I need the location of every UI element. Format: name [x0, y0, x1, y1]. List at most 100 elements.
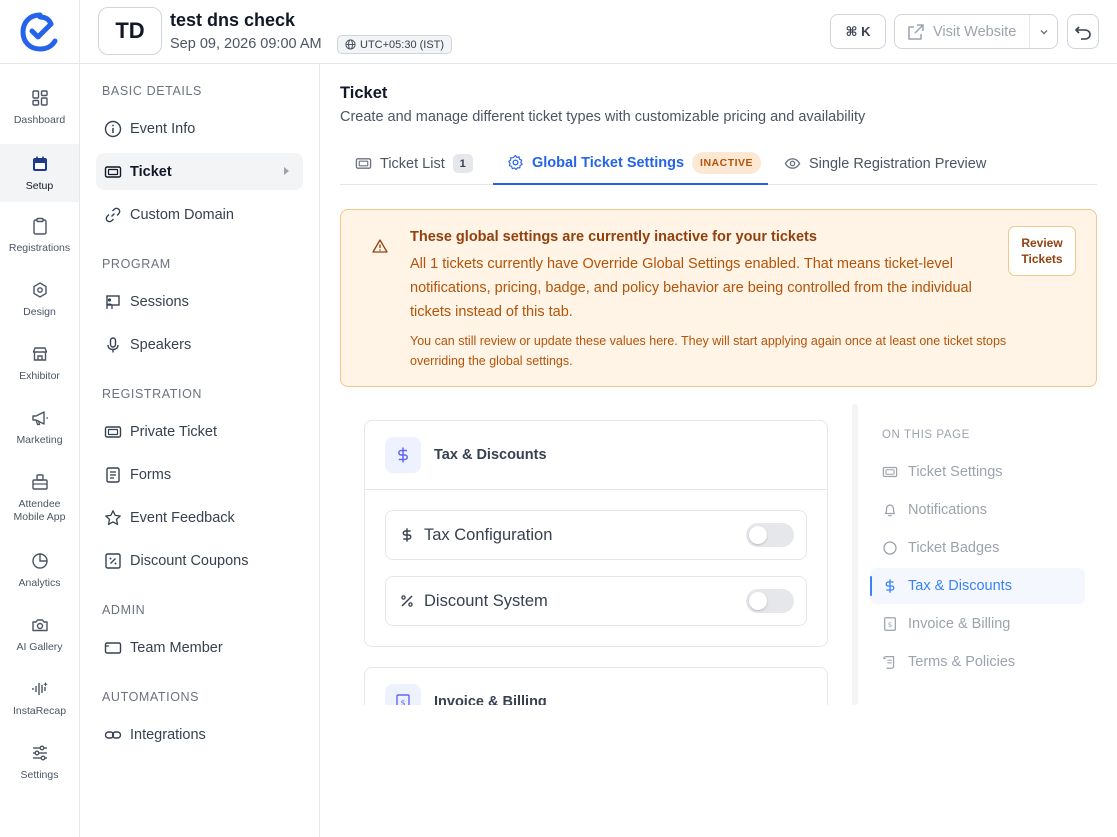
row-label: Tax Configuration: [424, 525, 553, 544]
megaphone-icon: [31, 411, 48, 426]
card-title: Tax & Discounts: [434, 447, 547, 463]
rail-label: Exhibitor: [19, 370, 60, 382]
inactive-warning-alert: These global settings are currently inac…: [340, 209, 1097, 387]
settings-scroll-area[interactable]: Tax & Discounts Tax Configuration Discou…: [340, 400, 850, 705]
event-avatar[interactable]: TD: [98, 7, 162, 55]
visit-website-button[interactable]: Visit Website: [894, 14, 1058, 49]
tax-configuration-toggle[interactable]: [746, 523, 794, 547]
store-icon: [32, 347, 47, 361]
ticket-icon: [104, 425, 122, 438]
invoice-icon: $: [884, 617, 896, 631]
command-palette-button[interactable]: ⌘ K: [830, 14, 886, 49]
toc-item-label: Tax & Discounts: [908, 578, 1012, 594]
nav-item-event-feedback[interactable]: Event Feedback: [96, 499, 303, 536]
discount-system-toggle[interactable]: [746, 589, 794, 613]
eye-icon: [784, 158, 801, 169]
nav-item-speakers[interactable]: Speakers: [96, 326, 303, 363]
info-icon: [104, 120, 122, 137]
id-card-icon: [104, 641, 122, 654]
nav-item-label: Event Info: [130, 120, 196, 137]
tab-count-badge: 1: [452, 154, 473, 173]
rail-item-settings[interactable]: Settings: [0, 733, 79, 789]
nav-item-private-ticket[interactable]: Private Ticket: [96, 413, 303, 450]
brand-logo[interactable]: [20, 12, 60, 52]
icon-rail: Dashboard Setup Registrations Design Exh…: [0, 64, 80, 837]
audio-wave-icon: [31, 682, 48, 695]
alert-title: These global settings are currently inac…: [410, 229, 817, 245]
undo-icon: [1075, 25, 1091, 40]
warning-icon: [372, 238, 388, 259]
toc-item-label: Notifications: [908, 502, 987, 518]
invoice-icon: $: [385, 684, 421, 705]
nav-section-program: PROGRAM: [102, 257, 171, 271]
visit-website-main[interactable]: Visit Website: [895, 15, 1029, 48]
visit-website-dropdown[interactable]: [1029, 15, 1057, 48]
toc-item-notifications[interactable]: Notifications: [870, 492, 1085, 528]
nav-item-custom-domain[interactable]: Custom Domain: [96, 196, 303, 233]
nav-item-label: Team Member: [130, 639, 223, 656]
rail-item-dashboard[interactable]: Dashboard: [0, 78, 79, 134]
palette-icon: [32, 282, 47, 298]
rail-label: AI Gallery: [16, 641, 63, 653]
review-tickets-button[interactable]: Review Tickets: [1008, 226, 1076, 276]
rail-item-marketing[interactable]: Marketing: [0, 398, 79, 454]
toc-scrollbar[interactable]: [852, 404, 858, 705]
toc-item-ticket-badges[interactable]: Ticket Badges: [870, 530, 1085, 566]
nav-item-ticket[interactable]: Ticket: [96, 153, 303, 190]
nav-item-sessions[interactable]: Sessions: [96, 283, 303, 320]
toc-title: ON THIS PAGE: [882, 429, 970, 441]
star-icon: [105, 509, 121, 525]
rail-item-ai-gallery[interactable]: AI Gallery: [0, 605, 79, 661]
review-tickets-label: Review Tickets: [1021, 235, 1062, 267]
nav-item-integrations[interactable]: Integrations: [96, 716, 303, 753]
tax-discounts-card: Tax & Discounts Tax Configuration Discou…: [364, 420, 828, 647]
rail-label: InstaRecap: [12, 705, 67, 717]
page-subtitle: Create and manage different ticket types…: [340, 109, 866, 125]
dollar-icon: [402, 528, 412, 542]
rail-item-setup[interactable]: Setup: [0, 144, 79, 202]
chevron-down-icon: [1040, 29, 1047, 34]
row-label: Discount System: [424, 591, 548, 610]
sliders-icon: [32, 745, 47, 761]
nav-item-team-member[interactable]: Team Member: [96, 629, 303, 666]
circle-icon: [883, 541, 897, 555]
nav-section-admin: ADMIN: [102, 603, 146, 617]
rail-item-design[interactable]: Design: [0, 270, 79, 326]
toc-item-terms-policies[interactable]: Terms & Policies: [870, 644, 1085, 680]
timezone-label: UTC+05:30 (IST): [360, 38, 445, 51]
camera-icon: [31, 619, 48, 632]
nav-item-forms[interactable]: Forms: [96, 456, 303, 493]
rail-item-registrations[interactable]: Registrations: [0, 206, 79, 262]
timezone-badge: UTC+05:30 (IST): [337, 35, 453, 54]
link-icon: [105, 207, 121, 222]
presentation-icon: [106, 294, 120, 309]
rail-item-instarecap[interactable]: InstaRecap: [0, 669, 79, 725]
calendar-icon: [32, 156, 47, 171]
grid-icon: [31, 90, 48, 106]
ticket-icon: [355, 158, 372, 169]
chain-link-icon: [104, 730, 122, 739]
toc-item-tax-discounts[interactable]: Tax & Discounts: [870, 568, 1085, 604]
nav-item-event-info[interactable]: Event Info: [96, 110, 303, 147]
tab-ticket-list[interactable]: Ticket List 1: [355, 142, 473, 185]
tab-global-ticket-settings[interactable]: Global Ticket Settings INACTIVE: [493, 142, 768, 185]
nav-item-discount-coupons[interactable]: Discount Coupons: [96, 542, 303, 579]
nav-item-label: Custom Domain: [130, 206, 234, 223]
external-link-icon: [908, 23, 924, 40]
review-tickets-line1: Review: [1021, 236, 1063, 250]
tab-label: Global Ticket Settings: [532, 154, 685, 171]
card-header: $ Invoice & Billing: [365, 668, 827, 705]
toc-item-label: Ticket Settings: [908, 464, 1003, 480]
rail-item-exhibitor[interactable]: Exhibitor: [0, 334, 79, 390]
toc-item-invoice-billing[interactable]: $ Invoice & Billing: [870, 606, 1085, 642]
tab-single-registration-preview[interactable]: Single Registration Preview: [784, 142, 986, 185]
toc-item-ticket-settings[interactable]: Ticket Settings: [870, 454, 1085, 490]
rail-item-analytics[interactable]: Analytics: [0, 541, 79, 597]
rail-label: Registrations: [8, 242, 71, 254]
rail-label-line2: Mobile App: [13, 511, 66, 523]
undo-button[interactable]: [1067, 14, 1099, 49]
svg-text:$: $: [400, 699, 405, 706]
bell-icon: [884, 504, 896, 517]
dollar-icon: [885, 579, 895, 593]
rail-item-attendee-mobile-app[interactable]: Attendee Mobile App: [0, 462, 79, 532]
